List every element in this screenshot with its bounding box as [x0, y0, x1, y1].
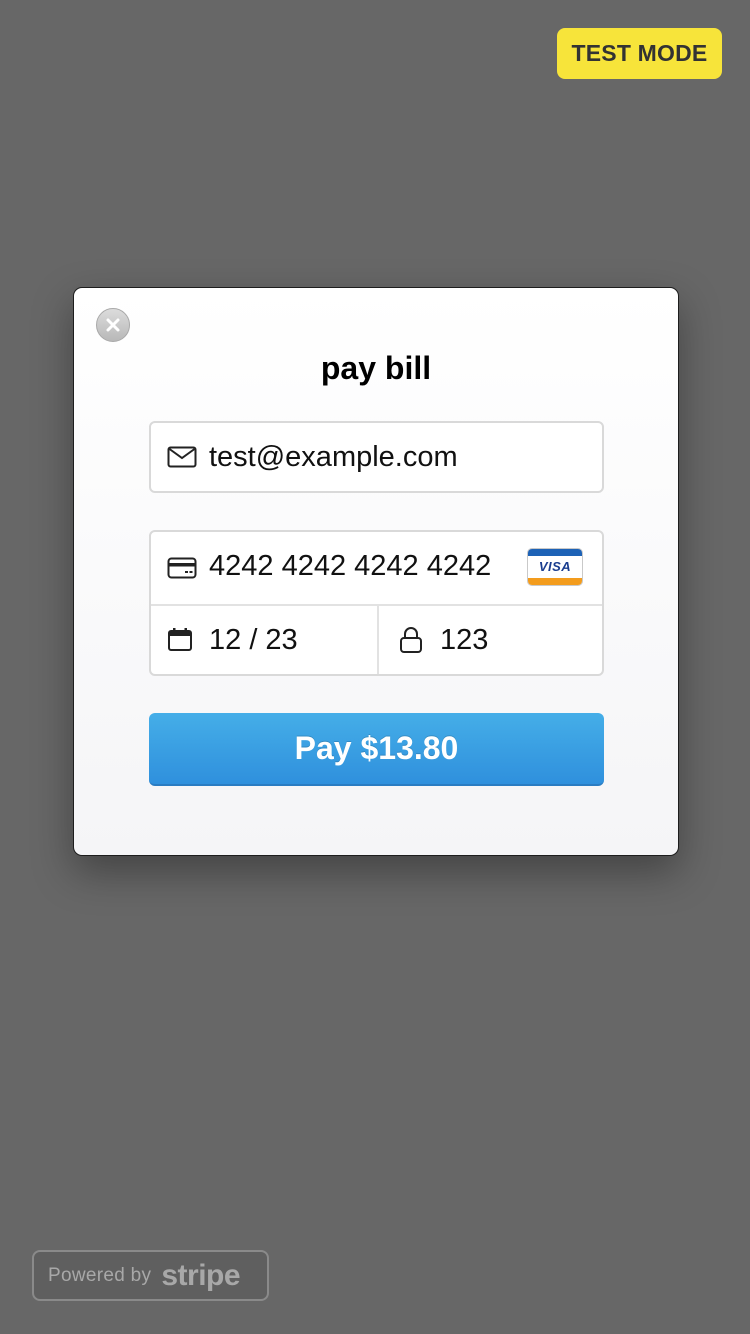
- close-button[interactable]: [96, 308, 130, 342]
- mail-icon: [167, 445, 197, 469]
- pay-button[interactable]: Pay $13.80: [149, 713, 604, 786]
- cvc-field[interactable]: 123: [379, 606, 602, 674]
- cvc-value: 123: [440, 624, 489, 656]
- powered-by-label: Powered by: [48, 1264, 152, 1286]
- card-brand-label: VISA: [538, 559, 572, 574]
- expiry-field[interactable]: 12 / 23: [151, 606, 379, 674]
- email-field[interactable]: test@example.com: [149, 421, 604, 493]
- test-mode-badge: TEST MODE: [557, 28, 722, 79]
- lock-icon: [399, 626, 423, 654]
- stripe-logo: stripe: [161, 1258, 241, 1292]
- email-value: test@example.com: [209, 441, 458, 473]
- calendar-icon: [167, 627, 193, 653]
- close-icon: [106, 318, 120, 332]
- expiry-value: 12 / 23: [209, 624, 298, 656]
- card-number-field[interactable]: 4242 4242 4242 4242 VISA: [151, 532, 602, 606]
- card-number-value: 4242 4242 4242 4242: [209, 550, 492, 582]
- checkout-modal: pay bill test@example.com 4242 4242 4242…: [73, 287, 679, 856]
- visa-card-brand-icon: VISA: [527, 548, 583, 586]
- powered-by-stripe-link[interactable]: Powered by stripe: [32, 1250, 269, 1301]
- credit-card-icon: [167, 556, 197, 580]
- modal-title: pay bill: [320, 350, 432, 386]
- card-details-group: 4242 4242 4242 4242 VISA 12 / 23 123: [149, 530, 604, 676]
